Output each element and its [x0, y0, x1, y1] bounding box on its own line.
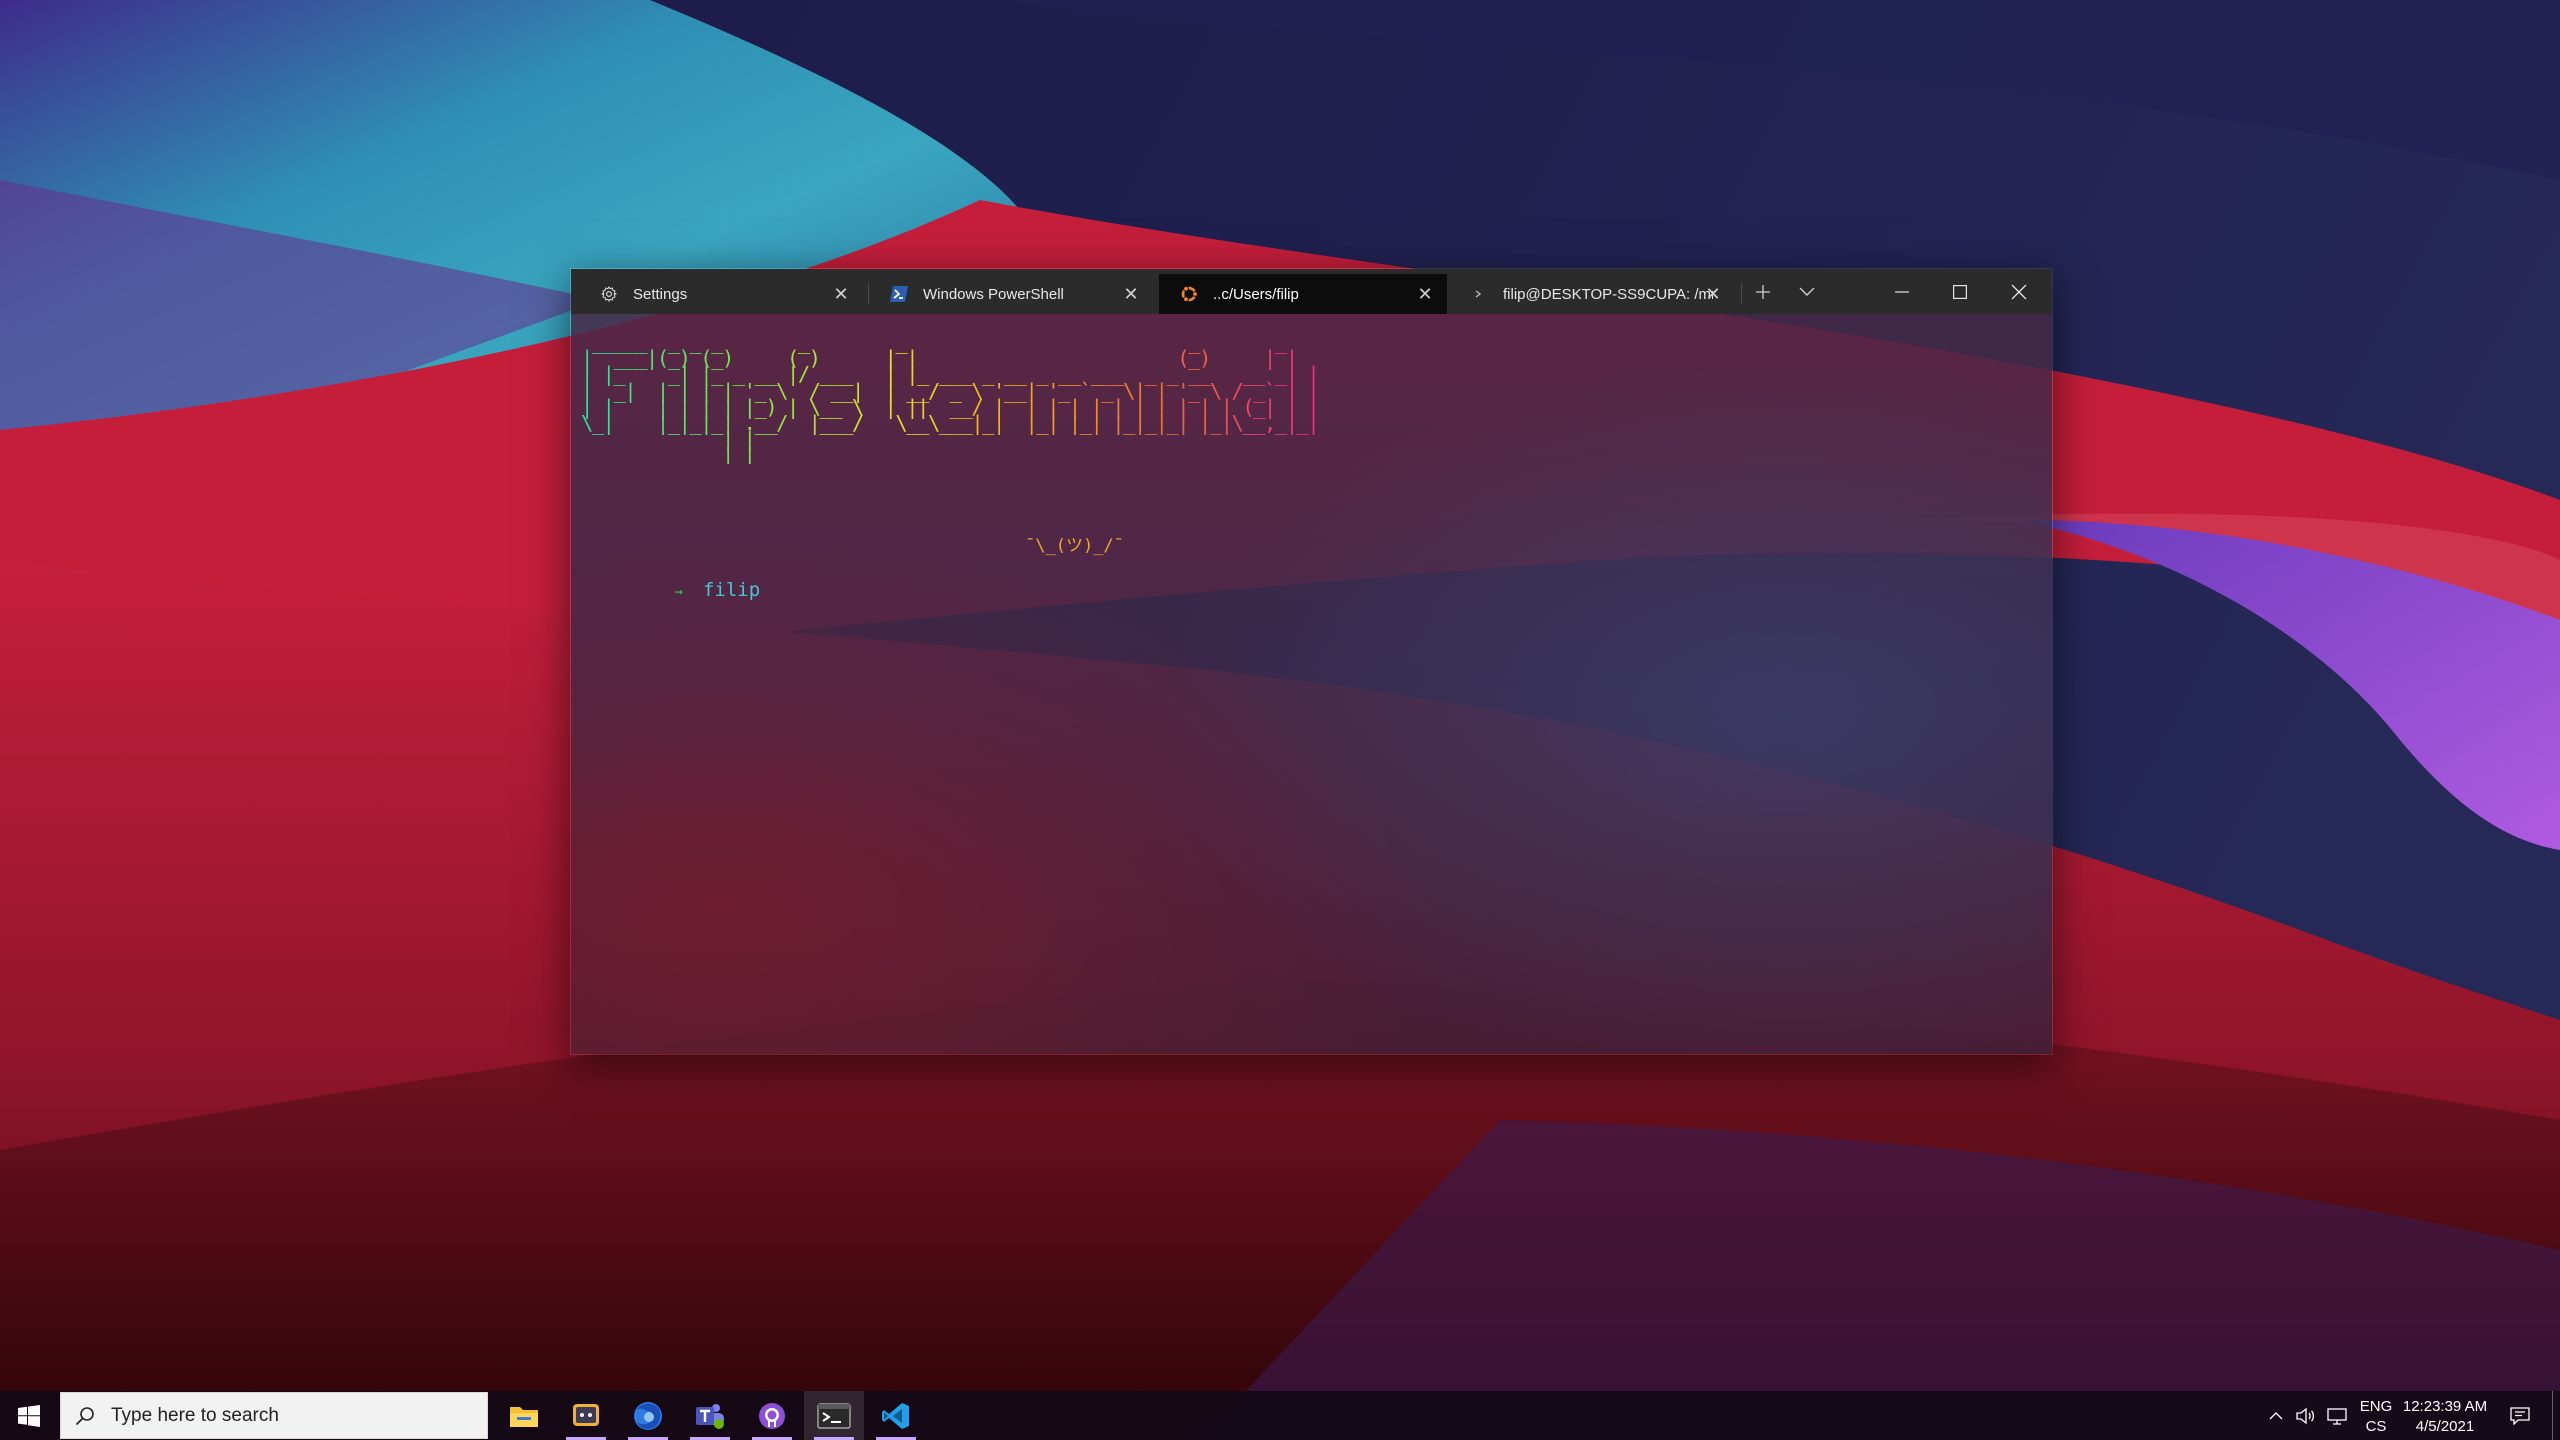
language-secondary: CS	[2365, 1418, 2387, 1435]
taskbar-app-github-desktop[interactable]	[742, 1391, 802, 1440]
new-tab-button[interactable]	[1741, 269, 1785, 314]
chevron-down-icon	[1799, 287, 1815, 296]
notification-icon	[2510, 1406, 2530, 1425]
speaker-icon	[2296, 1407, 2315, 1424]
ascii-banner: _____ _ _ _ _ _ _ _ | ___|(_) (_) ( ) | …	[581, 330, 1320, 468]
tab-label: ..c/Users/filip	[1213, 285, 1299, 303]
desktop: Settings ✕ Windows PowerShell ✕ ..c/User…	[0, 0, 2560, 1440]
language-indicator[interactable]: ENG CS	[2355, 1397, 2397, 1437]
firefox-icon	[634, 1401, 662, 1430]
gear-icon	[599, 284, 619, 304]
show-desktop-button[interactable]	[2552, 1391, 2560, 1440]
shrug-text: ¯\_(ツ)_/¯	[1025, 536, 1124, 556]
shell-prompt[interactable]: → filip	[583, 557, 761, 623]
taskbar-app-file-explorer[interactable]	[494, 1391, 554, 1440]
title-bar[interactable]: Settings ✕ Windows PowerShell ✕ ..c/User…	[571, 269, 2052, 314]
start-button[interactable]	[0, 1391, 58, 1440]
search-box[interactable]	[60, 1392, 488, 1439]
file-explorer-icon	[510, 1406, 538, 1427]
search-icon	[75, 1406, 95, 1426]
discord-icon	[573, 1403, 599, 1426]
tab-dropdown-button[interactable]	[1785, 269, 1829, 314]
tab-label: Settings	[633, 285, 688, 303]
action-center-button[interactable]	[2502, 1391, 2538, 1440]
plus-icon	[1756, 284, 1770, 299]
tab-label: filip@DESKTOP-SS9CUPA: /mr	[1503, 285, 1713, 303]
taskbar-app-discord[interactable]	[556, 1391, 616, 1440]
tab-label: Windows PowerShell	[923, 285, 1064, 303]
tab-windows-powershell[interactable]: Windows PowerShell ✕	[869, 274, 1153, 314]
github-desktop-icon	[759, 1402, 785, 1429]
prompt-directory: filip	[702, 579, 761, 601]
taskbar-app-firefox[interactable]	[618, 1391, 678, 1440]
taskbar-app-windows-terminal[interactable]	[804, 1391, 864, 1440]
minimize-icon	[1895, 290, 1909, 293]
maximize-button[interactable]	[1931, 269, 1989, 314]
powershell-icon	[889, 284, 909, 304]
clock[interactable]: 12:23:39 AM 4/5/2021	[2400, 1397, 2490, 1437]
network-icon	[2327, 1407, 2347, 1425]
language-primary: ENG	[2359, 1398, 2393, 1415]
teams-icon	[696, 1403, 724, 1429]
close-tab-icon[interactable]: ✕	[1703, 284, 1723, 304]
taskbar-app-vscode[interactable]	[866, 1391, 926, 1440]
prompt-arrow: →	[674, 584, 683, 600]
windows-terminal-icon	[817, 1402, 851, 1429]
close-tab-icon[interactable]: ✕	[1415, 284, 1435, 304]
terminal-content[interactable]: _____ _ _ _ _ _ _ _ | ___|(_) (_) ( ) | …	[571, 314, 2052, 1054]
close-tab-icon[interactable]: ✕	[831, 284, 851, 304]
taskbar: ENG CS 12:23:39 AM 4/5/2021	[0, 1391, 2560, 1440]
linux-icon	[1469, 284, 1489, 304]
maximize-icon	[1953, 284, 1967, 299]
volume-button[interactable]	[2292, 1391, 2320, 1440]
close-icon	[2011, 284, 2027, 299]
tab-wsl-filip[interactable]: filip@DESKTOP-SS9CUPA: /mr ✕	[1449, 274, 1735, 314]
close-window-button[interactable]	[1989, 269, 2049, 314]
vscode-icon	[882, 1402, 909, 1429]
show-hidden-icons-button[interactable]	[2262, 1391, 2290, 1440]
taskbar-app-teams[interactable]	[680, 1391, 740, 1440]
clock-date: 4/5/2021	[2415, 1418, 2475, 1435]
network-button[interactable]	[2322, 1391, 2352, 1440]
tab-settings[interactable]: Settings ✕	[579, 274, 863, 314]
search-input[interactable]	[109, 1403, 473, 1428]
chevron-up-icon	[2269, 1412, 2283, 1420]
close-tab-icon[interactable]: ✕	[1121, 284, 1141, 304]
terminal-window[interactable]: Settings ✕ Windows PowerShell ✕ ..c/User…	[570, 268, 2053, 1055]
clock-time: 12:23:39 AM	[2402, 1398, 2488, 1415]
tab-users-filip[interactable]: ..c/Users/filip ✕	[1159, 274, 1447, 314]
windows-logo-icon	[18, 1404, 40, 1427]
ubuntu-icon	[1179, 284, 1199, 304]
minimize-button[interactable]	[1873, 269, 1931, 314]
